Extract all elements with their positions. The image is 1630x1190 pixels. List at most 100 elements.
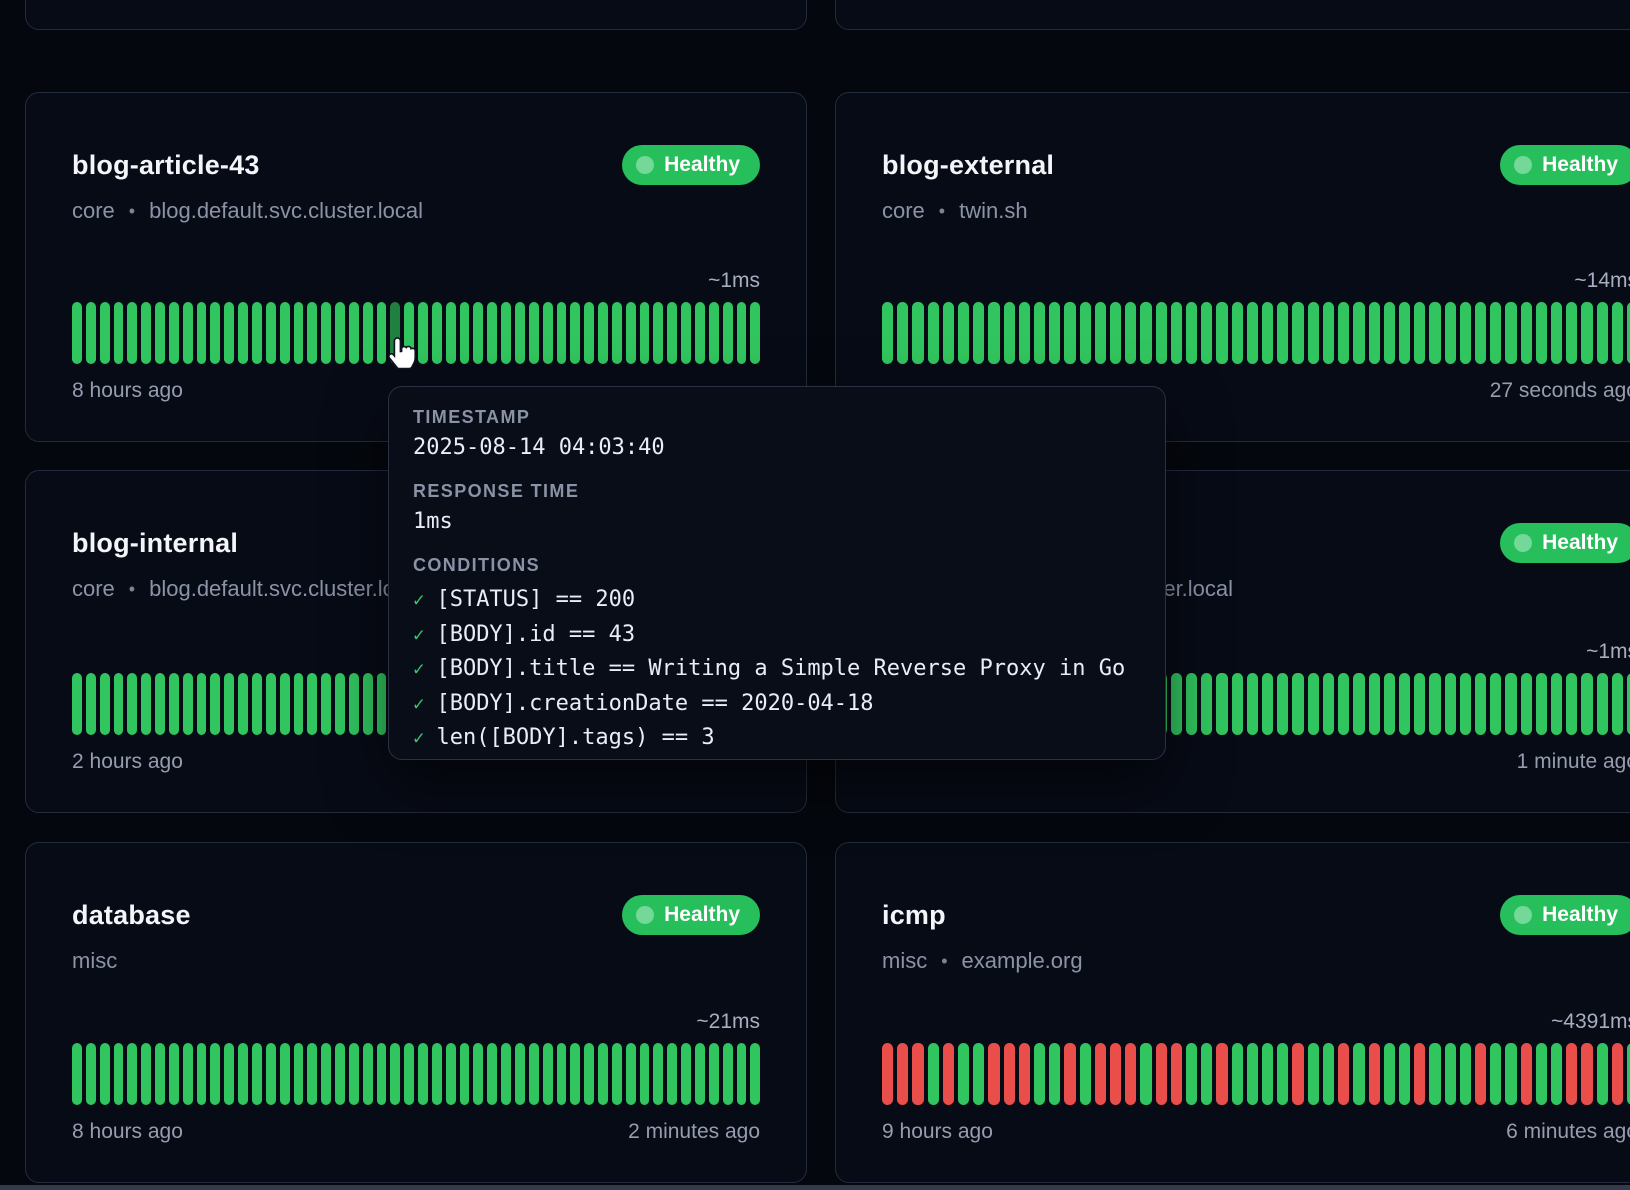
uptime-bar-success[interactable] bbox=[1110, 302, 1121, 364]
uptime-bar-success[interactable] bbox=[912, 302, 923, 364]
uptime-bar-success[interactable] bbox=[238, 302, 248, 364]
uptime-bar-failure[interactable] bbox=[882, 1043, 893, 1105]
uptime-bar-success[interactable] bbox=[988, 302, 999, 364]
uptime-bar-success[interactable] bbox=[238, 1043, 248, 1105]
uptime-bar-success[interactable] bbox=[1262, 673, 1273, 735]
uptime-bar-success[interactable] bbox=[1171, 302, 1182, 364]
uptime-bar-success[interactable] bbox=[1201, 1043, 1212, 1105]
uptime-bar-success[interactable] bbox=[114, 1043, 124, 1105]
uptime-bar-success[interactable] bbox=[266, 673, 276, 735]
uptime-bar-success[interactable] bbox=[529, 302, 539, 364]
uptime-bar-failure[interactable] bbox=[1414, 1043, 1425, 1105]
uptime-bar-success[interactable] bbox=[1612, 302, 1623, 364]
uptime-bar-success[interactable] bbox=[1369, 302, 1380, 364]
uptime-bar-success[interactable] bbox=[86, 673, 96, 735]
uptime-bar-success[interactable] bbox=[1277, 673, 1288, 735]
uptime-bar-success[interactable] bbox=[100, 302, 110, 364]
uptime-bar-success[interactable] bbox=[640, 1043, 650, 1105]
uptime-bar-success[interactable] bbox=[1384, 302, 1395, 364]
uptime-bar-success[interactable] bbox=[515, 1043, 525, 1105]
uptime-bar-success[interactable] bbox=[1125, 302, 1136, 364]
uptime-bar-success[interactable] bbox=[487, 302, 497, 364]
uptime-bar-success[interactable] bbox=[100, 1043, 110, 1105]
uptime-bar-success[interactable] bbox=[1597, 1043, 1608, 1105]
uptime-bar-success[interactable] bbox=[335, 302, 345, 364]
uptime-bar-success[interactable] bbox=[1597, 302, 1608, 364]
uptime-bar-success[interactable] bbox=[1049, 1043, 1060, 1105]
uptime-bar-success[interactable] bbox=[1232, 673, 1243, 735]
uptime-bar-success[interactable] bbox=[280, 302, 290, 364]
uptime-bar-success[interactable] bbox=[349, 302, 359, 364]
uptime-bar-success[interactable] bbox=[252, 1043, 262, 1105]
uptime-bar-success[interactable] bbox=[1445, 1043, 1456, 1105]
uptime-bar-success[interactable] bbox=[460, 302, 470, 364]
uptime-bar-success[interactable] bbox=[723, 1043, 733, 1105]
uptime-bar-success[interactable] bbox=[1019, 302, 1030, 364]
uptime-bar-success[interactable] bbox=[1338, 302, 1349, 364]
uptime-bar-success[interactable] bbox=[1247, 302, 1258, 364]
uptime-bar-success[interactable] bbox=[1034, 1043, 1045, 1105]
uptime-bar-success[interactable] bbox=[446, 1043, 456, 1105]
uptime-bar-success[interactable] bbox=[183, 302, 193, 364]
service-card[interactable]: database Healthy misc • ~21ms 8 hours ag… bbox=[25, 842, 807, 1183]
uptime-bar-failure[interactable] bbox=[1110, 1043, 1121, 1105]
uptime-bar-success[interactable] bbox=[155, 302, 165, 364]
uptime-bar-failure[interactable] bbox=[912, 1043, 923, 1105]
uptime-bar-success[interactable] bbox=[127, 1043, 137, 1105]
uptime-bar-failure[interactable] bbox=[1475, 1043, 1486, 1105]
uptime-bar-failure[interactable] bbox=[1338, 1043, 1349, 1105]
uptime-bar-success[interactable] bbox=[557, 302, 567, 364]
uptime-bar-success[interactable] bbox=[897, 302, 908, 364]
uptime-bar-success[interactable] bbox=[667, 1043, 677, 1105]
uptime-bar-success[interactable] bbox=[1186, 302, 1197, 364]
uptime-bar-failure[interactable] bbox=[1292, 1043, 1303, 1105]
uptime-bar-success[interactable] bbox=[1292, 302, 1303, 364]
uptime-bar-success[interactable] bbox=[1171, 673, 1182, 735]
uptime-bar-success[interactable] bbox=[1140, 1043, 1151, 1105]
uptime-bar-success[interactable] bbox=[1505, 302, 1516, 364]
uptime-bar-success[interactable] bbox=[501, 1043, 511, 1105]
uptime-bar-success[interactable] bbox=[1080, 1043, 1091, 1105]
uptime-bar-success[interactable] bbox=[114, 673, 124, 735]
uptime-bar-success[interactable] bbox=[294, 1043, 304, 1105]
uptime-bar-success[interactable] bbox=[543, 302, 553, 364]
uptime-bar-success[interactable] bbox=[1262, 1043, 1273, 1105]
service-card[interactable]: icmp Healthy misc • example.org ~4391ms … bbox=[835, 842, 1630, 1183]
uptime-bar-success[interactable] bbox=[1247, 1043, 1258, 1105]
uptime-bar-success[interactable] bbox=[1277, 1043, 1288, 1105]
uptime-bar-success[interactable] bbox=[1581, 302, 1592, 364]
uptime-bar-success[interactable] bbox=[737, 1043, 747, 1105]
uptime-bar-failure[interactable] bbox=[1125, 1043, 1136, 1105]
uptime-bar-success[interactable] bbox=[501, 302, 511, 364]
uptime-bar-success[interactable] bbox=[321, 673, 331, 735]
uptime-bar-success[interactable] bbox=[1536, 302, 1547, 364]
uptime-bar-success[interactable] bbox=[1247, 673, 1258, 735]
uptime-bar-success[interactable] bbox=[141, 673, 151, 735]
uptime-bar-success[interactable] bbox=[418, 302, 428, 364]
uptime-bar-success[interactable] bbox=[1505, 673, 1516, 735]
uptime-bar-success[interactable] bbox=[723, 302, 733, 364]
uptime-bar-success[interactable] bbox=[1581, 673, 1592, 735]
uptime-bar-success[interactable] bbox=[709, 1043, 719, 1105]
uptime-bar-success[interactable] bbox=[570, 1043, 580, 1105]
uptime-bar-success[interactable] bbox=[1399, 1043, 1410, 1105]
uptime-bar-success[interactable] bbox=[695, 1043, 705, 1105]
uptime-bar-success[interactable] bbox=[1521, 302, 1532, 364]
uptime-bar-success[interactable] bbox=[612, 302, 622, 364]
uptime-bar-success[interactable] bbox=[1445, 302, 1456, 364]
uptime-bar-success[interactable] bbox=[86, 302, 96, 364]
uptime-bar-success[interactable] bbox=[335, 1043, 345, 1105]
uptime-bar-success[interactable] bbox=[404, 1043, 414, 1105]
uptime-bar-success[interactable] bbox=[1186, 673, 1197, 735]
uptime-bar-success[interactable] bbox=[653, 1043, 663, 1105]
uptime-bar-failure[interactable] bbox=[1581, 1043, 1592, 1105]
uptime-bar-success[interactable] bbox=[224, 673, 234, 735]
uptime-bar-success[interactable] bbox=[928, 302, 939, 364]
uptime-bar-success[interactable] bbox=[653, 302, 663, 364]
uptime-bar-success[interactable] bbox=[1490, 1043, 1501, 1105]
uptime-bar-success[interactable] bbox=[141, 1043, 151, 1105]
uptime-bar-success[interactable] bbox=[1612, 673, 1623, 735]
uptime-bar-success[interactable] bbox=[1429, 673, 1440, 735]
uptime-bar-success[interactable] bbox=[210, 302, 220, 364]
uptime-bar-success[interactable] bbox=[169, 1043, 179, 1105]
